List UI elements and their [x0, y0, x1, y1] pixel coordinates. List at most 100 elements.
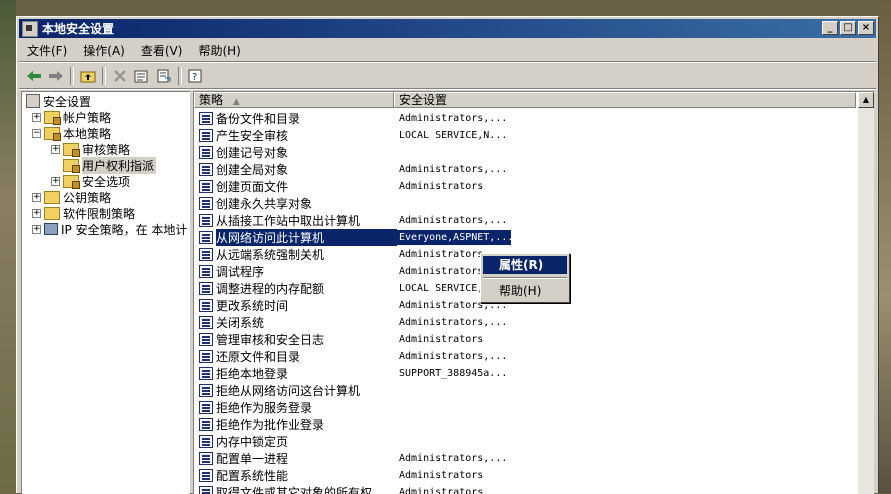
security-settings-icon	[26, 94, 40, 108]
tree-item-user-rights-assignment[interactable]: 用户权利指派	[63, 156, 157, 174]
tree-item-local-policies[interactable]: − 本地策略	[32, 125, 111, 141]
tree-item-audit-policy[interactable]: + 审核策略	[51, 141, 130, 157]
policy-setting: Administrators,...	[399, 113, 508, 124]
menu-file[interactable]: 文件(F)	[19, 42, 75, 59]
help-icon[interactable]: ?	[185, 66, 207, 86]
policy-setting: Administrators	[399, 181, 484, 192]
export-icon[interactable]	[153, 66, 175, 86]
tree-item-ip-security[interactable]: + IP 安全策略，在 本地计	[32, 221, 187, 237]
local-security-settings-window: 本地安全设置 _ □ × 文件(F) 操作(A) 查看(V) 帮助(H) ? 安…	[16, 16, 879, 494]
desktop-background-left	[0, 0, 16, 493]
policy-name: 创建页面文件	[216, 180, 289, 194]
desktop-background-right	[879, 0, 891, 493]
table-row[interactable]: 关闭系统 Administrators,...	[194, 314, 856, 331]
title-bar[interactable]: 本地安全设置 _ □ ×	[19, 19, 876, 38]
policy-icon	[199, 231, 213, 244]
policy-name: 配置单一进程	[216, 452, 289, 466]
table-row[interactable]: 从插接工作站中取出计算机 Administrators,...	[194, 212, 856, 229]
delete-icon[interactable]	[109, 66, 131, 86]
table-row[interactable]: 配置单一进程 Administrators,...	[194, 450, 856, 467]
folder-icon	[63, 174, 80, 189]
scroll-up-button[interactable]: ▲	[858, 92, 874, 108]
column-header-label: 安全设置	[399, 93, 448, 107]
toolbar-separator-line	[19, 88, 876, 90]
policy-icon	[199, 384, 213, 397]
table-row[interactable]: 管理审核和安全日志 Administrators	[194, 331, 856, 348]
window-title: 本地安全设置	[42, 22, 115, 36]
expand-icon[interactable]: +	[32, 192, 41, 202]
minimize-button[interactable]: _	[822, 21, 838, 35]
column-header-label: 策略	[199, 93, 224, 107]
tree-item-account-policies[interactable]: + 帐户策略	[32, 109, 111, 125]
menu-action[interactable]: 操作(A)	[75, 42, 133, 59]
policy-setting: Administrators,...	[399, 164, 508, 175]
policy-icon	[199, 180, 213, 193]
context-menu: 属性(R) 帮助(H)	[480, 253, 570, 303]
policy-name: 创建全局对象	[216, 163, 289, 177]
policy-icon	[199, 197, 213, 210]
policy-setting: Administrators,...	[399, 351, 508, 362]
vertical-scrollbar[interactable]	[858, 108, 874, 494]
policy-icon	[199, 112, 213, 125]
table-row[interactable]: 创建记号对象	[194, 144, 856, 161]
policy-name: 关闭系统	[216, 316, 265, 330]
policy-setting: Administrators,...	[399, 317, 508, 328]
table-row[interactable]: 拒绝作为服务登录	[194, 399, 856, 416]
maximize-button[interactable]: □	[840, 21, 856, 35]
back-arrow-icon[interactable]	[23, 66, 45, 86]
policy-icon	[199, 316, 213, 329]
policy-setting: SUPPORT_388945a...	[399, 368, 508, 379]
folder-icon	[63, 142, 80, 157]
menu-view[interactable]: 查看(V)	[133, 42, 191, 59]
tree-item-label: 软件限制策略	[63, 206, 136, 221]
table-row[interactable]: 创建全局对象 Administrators,...	[194, 161, 856, 178]
tree-pane[interactable]: 安全设置 + 帐户策略 − 本地策略 + 审核策略 用户权利指派 + 安全选项 …	[21, 91, 190, 494]
policy-setting: Administrators,...	[399, 215, 508, 226]
policy-icon	[199, 282, 213, 295]
collapse-icon[interactable]: −	[32, 128, 41, 138]
table-row[interactable]: 从网络访问此计算机 Everyone,ASPNET,...	[194, 229, 856, 246]
tree-item-label: 安全选项	[82, 174, 131, 189]
table-row[interactable]: 产生安全审核 LOCAL SERVICE,N...	[194, 127, 856, 144]
column-header-setting[interactable]: 安全设置	[394, 92, 856, 108]
policy-name: 创建记号对象	[216, 146, 289, 160]
expand-icon[interactable]: +	[51, 176, 60, 186]
tree-item-label: 公钥策略	[63, 190, 112, 205]
table-row[interactable]: 备份文件和目录 Administrators,...	[194, 110, 856, 127]
table-row[interactable]: 还原文件和目录 Administrators,...	[194, 348, 856, 365]
app-icon[interactable]	[22, 20, 38, 37]
column-header-policy[interactable]: 策略 ▲	[194, 92, 394, 108]
toolbar-separator	[102, 67, 106, 85]
tree-item-security-options[interactable]: + 安全选项	[51, 173, 130, 189]
table-row[interactable]: 创建永久共享对象	[194, 195, 856, 212]
close-button[interactable]: ×	[858, 21, 874, 35]
table-row[interactable]: 配置系统性能 Administrators	[194, 467, 856, 484]
context-menu-properties[interactable]: 属性(R)	[483, 256, 567, 274]
policy-icon	[199, 452, 213, 465]
policy-icon	[199, 367, 213, 380]
table-row[interactable]: 拒绝从网络访问这台计算机	[194, 382, 856, 399]
table-row[interactable]: 内存中锁定页	[194, 433, 856, 450]
policy-name: 创建永久共享对象	[216, 197, 313, 211]
tree-item-security-settings[interactable]: 安全设置	[26, 93, 91, 109]
tree-item-software-restriction[interactable]: + 软件限制策略	[32, 205, 135, 221]
table-row[interactable]: 创建页面文件 Administrators	[194, 178, 856, 195]
expand-icon[interactable]: +	[32, 112, 41, 122]
expand-icon[interactable]: +	[32, 224, 41, 234]
tree-item-public-key-policies[interactable]: + 公钥策略	[32, 189, 111, 205]
context-menu-separator	[483, 277, 567, 279]
context-menu-help[interactable]: 帮助(H)	[483, 282, 567, 300]
forward-arrow-icon[interactable]	[45, 66, 67, 86]
up-folder-icon[interactable]	[77, 66, 99, 86]
expand-icon[interactable]: +	[32, 208, 41, 218]
policy-icon	[199, 350, 213, 363]
table-row[interactable]: 拒绝作为批作业登录	[194, 416, 856, 433]
policy-name: 备份文件和目录	[216, 112, 301, 126]
expand-icon[interactable]: +	[51, 144, 60, 154]
toolbar: ?	[19, 64, 876, 88]
menu-help[interactable]: 帮助(H)	[190, 42, 248, 59]
tree-item-label: 帐户策略	[63, 110, 112, 125]
table-row[interactable]: 拒绝本地登录 SUPPORT_388945a...	[194, 365, 856, 382]
policy-icon	[199, 214, 213, 227]
properties-icon[interactable]	[131, 66, 153, 86]
